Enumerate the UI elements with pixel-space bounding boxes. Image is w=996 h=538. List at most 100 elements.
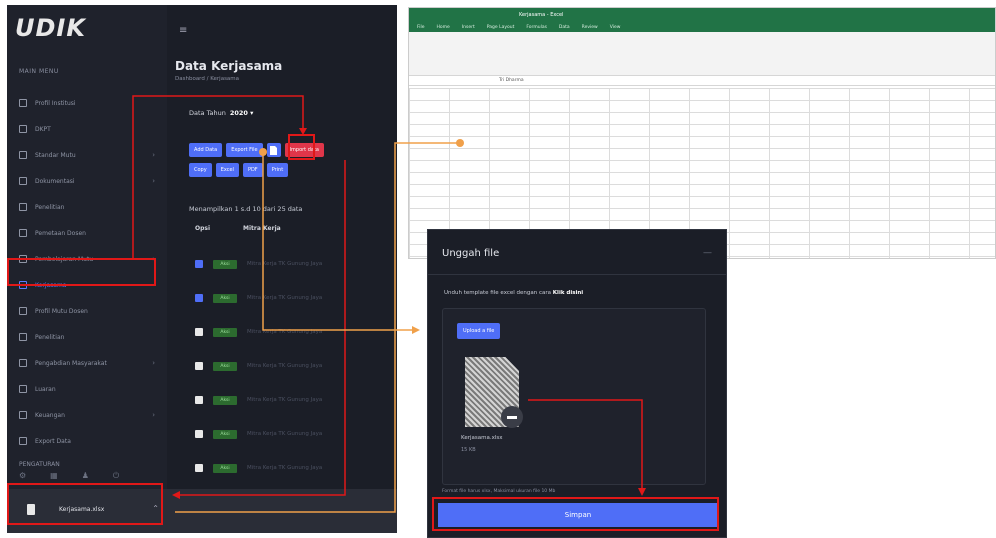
- upload-note: Format file harus xlsx, Maksimal ukuran …: [442, 489, 556, 494]
- sidebar-item-label: DKPT: [35, 125, 51, 133]
- excel-formula-bar[interactable]: Tri Dharma: [409, 76, 995, 86]
- excel-tab[interactable]: Formulas: [526, 25, 547, 30]
- sidebar-item[interactable]: Pembelajaran Mutu ›: [7, 246, 167, 272]
- row-action-button[interactable]: Aksi: [213, 361, 237, 371]
- table-row: Aksi Mitra Kerja TK Gunung Jaya: [195, 281, 395, 315]
- print-button[interactable]: Print: [266, 163, 289, 177]
- excel-tab[interactable]: Insert: [462, 25, 475, 30]
- sidebar-item-label: Penelitian: [35, 203, 65, 211]
- row-action-button[interactable]: Aksi: [213, 429, 237, 439]
- excel-tab[interactable]: View: [610, 25, 621, 30]
- sidebar-item-label: Pembelajaran Mutu: [35, 255, 94, 263]
- excel-title: Kerjasama - Excel: [409, 8, 995, 22]
- row-action-button[interactable]: Aksi: [213, 259, 237, 269]
- row-checkbox[interactable]: [195, 328, 203, 336]
- sidebar-item-label: Export Data: [35, 437, 71, 445]
- sidebar-item[interactable]: Luaran: [7, 376, 167, 402]
- table-row: Aksi Mitra Kerja TK Gunung Jaya: [195, 451, 395, 485]
- table-row: Aksi Mitra Kerja TK Gunung Jaya: [195, 417, 395, 451]
- sidebar-item[interactable]: Pengabdian Masyarakat ›: [7, 350, 167, 376]
- nav-item-icon: [19, 307, 27, 315]
- breadcrumb: Dashboard / Kerjasama: [175, 76, 240, 82]
- settings-icon[interactable]: ⚙: [19, 471, 26, 481]
- chevron-up-icon[interactable]: ⌃: [152, 504, 159, 513]
- close-icon[interactable]: —: [703, 248, 712, 258]
- excel-button[interactable]: Excel: [215, 163, 239, 177]
- excel-tab[interactable]: Review: [582, 25, 598, 30]
- template-download-link[interactable]: Klik disini: [553, 290, 583, 296]
- sidebar-item[interactable]: Profil Institusi: [7, 90, 167, 116]
- import-data-button[interactable]: Import data: [284, 143, 324, 157]
- sidebar-item-label: Profil Mutu Dosen: [35, 307, 88, 315]
- grid-icon[interactable]: ▦: [50, 471, 58, 481]
- row-mitra-text: Mitra Kerja TK Gunung Jaya: [247, 431, 323, 437]
- row-checkbox[interactable]: [195, 396, 203, 404]
- pdf-button[interactable]: PDF: [242, 163, 263, 177]
- row-checkbox[interactable]: [195, 294, 203, 302]
- download-bar-rest: [167, 489, 397, 533]
- file-icon-button[interactable]: [266, 143, 281, 157]
- sidebar-item[interactable]: Standar Mutu ›: [7, 142, 167, 168]
- year-label: Data Tahun: [189, 109, 226, 117]
- copy-button[interactable]: Copy: [189, 163, 212, 177]
- row-checkbox[interactable]: [195, 430, 203, 438]
- row-action-button[interactable]: Aksi: [213, 327, 237, 337]
- excel-tab[interactable]: Page Layout: [487, 25, 515, 30]
- table-row: Aksi Mitra Kerja TK Gunung Jaya: [195, 315, 395, 349]
- year-select[interactable]: 2020 ▾: [230, 109, 254, 117]
- nav-item-icon: [19, 203, 27, 211]
- sidebar-item[interactable]: DKPT: [7, 116, 167, 142]
- row-action-button[interactable]: Aksi: [213, 463, 237, 473]
- sidebar-item[interactable]: Penelitian: [7, 194, 167, 220]
- sidebar-item[interactable]: Dokumentasi ›: [7, 168, 167, 194]
- nav-item-icon: [19, 411, 27, 419]
- nav-item-icon: [19, 281, 27, 289]
- row-checkbox[interactable]: [195, 464, 203, 472]
- nav-footer-icons: ⚙ ▦ ♟ ⏻: [19, 471, 119, 481]
- chevron-right-icon: ›: [152, 411, 155, 419]
- hint-text: Unduh template file excel dengan cara: [444, 290, 552, 296]
- user-icon[interactable]: ♟: [82, 471, 89, 481]
- sidebar-item-label: Standar Mutu: [35, 151, 76, 159]
- page-title: Data Kerjasama: [175, 59, 283, 73]
- nav-item-icon: [19, 385, 27, 393]
- row-mitra-text: Mitra Kerja TK Gunung Jaya: [247, 465, 323, 471]
- sidebar-item-label: Kerjasama: [35, 281, 67, 289]
- logo-text: UDIK: [15, 14, 86, 42]
- sidebar-item[interactable]: Penelitian: [7, 324, 167, 350]
- table-header: Opsi Mitra Kerja: [195, 225, 281, 232]
- row-mitra-text: Mitra Kerja TK Gunung Jaya: [247, 295, 323, 301]
- nav-item-icon: [19, 437, 27, 445]
- modal-divider: [428, 274, 726, 275]
- sidebar-item[interactable]: Export Data: [7, 428, 167, 454]
- action-buttons-row1: Add Data Export File Import data: [189, 143, 324, 157]
- excel-tab[interactable]: Data: [559, 25, 570, 30]
- sidebar-item[interactable]: Pemetaan Dosen: [7, 220, 167, 246]
- row-action-button[interactable]: Aksi: [213, 293, 237, 303]
- remove-file-icon[interactable]: [501, 406, 523, 428]
- export-file-button[interactable]: Export File: [226, 143, 263, 157]
- main-content: Data Kerjasama Dashboard / Kerjasama Dat…: [167, 49, 397, 507]
- row-checkbox[interactable]: [195, 260, 203, 268]
- file-dropzone[interactable]: Upload a file Kerjasama.xlsx 15 KB: [442, 308, 706, 485]
- power-icon[interactable]: ⏻: [113, 471, 119, 481]
- row-mitra-text: Mitra Kerja TK Gunung Jaya: [247, 261, 323, 267]
- excel-tab[interactable]: File: [417, 25, 425, 30]
- nav-heading: MAIN MENU: [19, 68, 59, 75]
- add-data-button[interactable]: Add Data: [189, 143, 223, 157]
- row-action-button[interactable]: Aksi: [213, 395, 237, 405]
- uploaded-file-name: Kerjasama.xlsx: [461, 435, 503, 441]
- sidebar-item[interactable]: Keuangan ›: [7, 402, 167, 428]
- sidebar-item[interactable]: Profil Mutu Dosen: [7, 298, 167, 324]
- row-checkbox[interactable]: [195, 362, 203, 370]
- menu-icon[interactable]: ≡: [179, 25, 187, 36]
- sidebar-item[interactable]: Kerjasama: [7, 272, 167, 298]
- chevron-right-icon: ›: [152, 255, 155, 263]
- col-opsi: Opsi: [195, 225, 211, 232]
- download-file-name[interactable]: Kerjasama.xlsx: [59, 506, 104, 513]
- sidebar: UDIK MAIN MENU Profil Institusi DKPT Stand…: [7, 5, 167, 533]
- excel-tab[interactable]: Home: [437, 25, 450, 30]
- sidebar-item-label: Pemetaan Dosen: [35, 229, 86, 237]
- save-button[interactable]: Simpan: [438, 503, 718, 527]
- upload-file-button[interactable]: Upload a file: [457, 323, 501, 339]
